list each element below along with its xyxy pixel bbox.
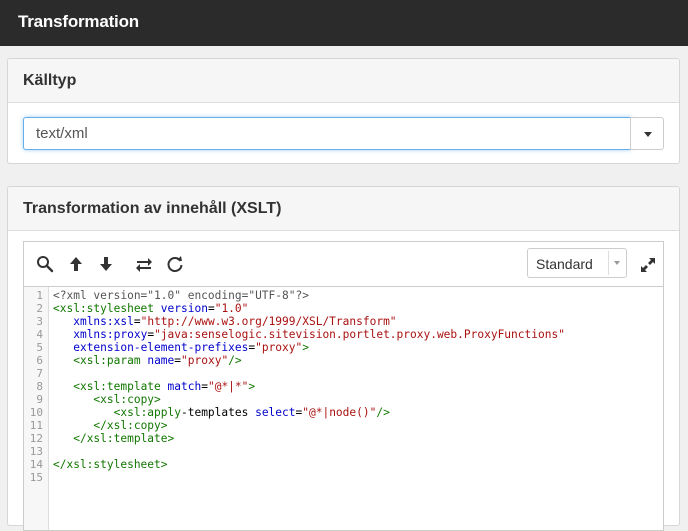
line-number: 4	[36, 328, 43, 341]
xslt-panel: Transformation av innehåll (XSLT) Standa…	[7, 186, 680, 531]
source-type-input[interactable]	[23, 117, 631, 150]
line-number: 2	[36, 302, 43, 315]
line-number: 5	[36, 341, 43, 354]
code-area[interactable]: 1 <?xml version="1.0" encoding="UTF-8"?> 2…	[24, 287, 663, 530]
code-text: <xsl:stylesheet version="1.0"	[53, 302, 249, 315]
mode-select[interactable]: Standard	[527, 248, 627, 278]
code-text: <xsl:param name="proxy"/>	[73, 354, 242, 367]
source-type-dropdown-button[interactable]	[630, 117, 664, 150]
source-type-panel: Källtyp	[7, 58, 680, 164]
chevron-down-icon	[644, 132, 652, 137]
mode-label: Standard	[536, 256, 593, 272]
line-number: 13	[29, 445, 43, 458]
line-number: 9	[36, 393, 43, 406]
line-number: 14	[29, 458, 43, 471]
code-text: <xsl:copy>	[93, 393, 161, 406]
expand-icon[interactable]	[639, 256, 657, 274]
line-number: 7	[36, 367, 43, 380]
arrow-up-icon[interactable]	[67, 255, 85, 273]
code-text: xmlns:proxy="java:senselogic.sitevision.…	[73, 328, 565, 341]
code-editor[interactable]: Standard 1 <?xml version="1.0" encoding="…	[23, 241, 664, 531]
app-title: Transformation	[18, 12, 139, 31]
line-number: 1	[36, 289, 43, 302]
code-text: </xsl:copy>	[93, 419, 168, 432]
xslt-heading: Transformation av innehåll (XSLT)	[23, 200, 282, 217]
code-text: <xsl:template match="@*|*">	[73, 380, 256, 393]
line-number: 15	[29, 471, 43, 484]
mode-divider	[608, 251, 609, 275]
refresh-icon[interactable]	[166, 255, 184, 273]
line-number: 3	[36, 315, 43, 328]
search-icon[interactable]	[36, 255, 54, 273]
line-number: 6	[36, 354, 43, 367]
editor-toolbar: Standard	[24, 242, 663, 287]
code-text: <?xml version="1.0" encoding="UTF-8"?>	[53, 289, 309, 302]
source-type-heading: Källtyp	[23, 72, 77, 89]
code-text: extension-element-prefixes="proxy">	[73, 341, 309, 354]
source-type-select[interactable]	[23, 117, 664, 150]
code-text: <xsl:apply-templates select="@*|node()"/…	[113, 406, 390, 419]
line-number: 11	[29, 419, 43, 432]
line-number: 8	[36, 380, 43, 393]
source-type-header: Källtyp	[8, 59, 679, 103]
line-number: 12	[29, 432, 43, 445]
code-text: </xsl:template>	[73, 432, 175, 445]
line-number: 10	[29, 406, 43, 419]
xslt-header: Transformation av innehåll (XSLT)	[8, 187, 679, 231]
replace-icon[interactable]	[135, 255, 153, 273]
app-header: Transformation	[0, 0, 688, 46]
code-text: xmlns:xsl="http://www.w3.org/1999/XSL/Tr…	[73, 315, 397, 328]
code-text: </xsl:stylesheet>	[53, 458, 168, 471]
chevron-down-icon	[614, 261, 620, 265]
arrow-down-icon[interactable]	[97, 255, 115, 273]
